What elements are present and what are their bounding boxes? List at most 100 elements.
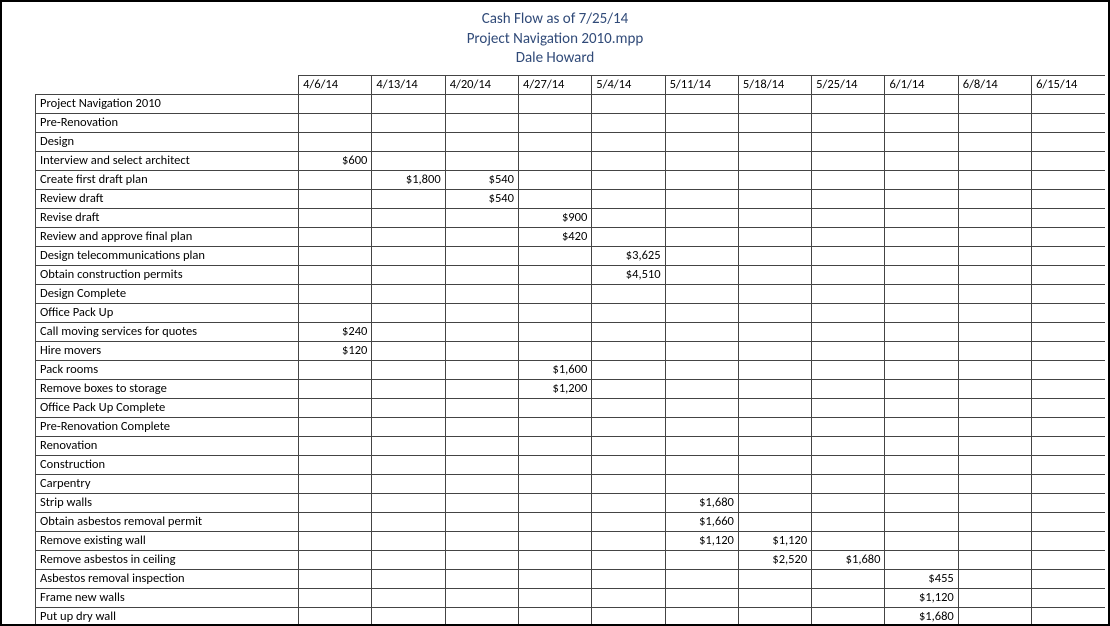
value-cell xyxy=(812,227,885,246)
table-row: Remove existing wall$1,120$1,120 xyxy=(36,531,1106,550)
value-cell xyxy=(518,607,591,626)
value-cell xyxy=(812,398,885,417)
column-header: 4/20/14 xyxy=(445,75,518,94)
table-row: Office Pack Up Complete xyxy=(36,398,1106,417)
value-cell xyxy=(1032,113,1105,132)
table-row: Interview and select architect$600 xyxy=(36,151,1106,170)
value-cell xyxy=(885,284,958,303)
task-label: Obtain asbestos removal permit xyxy=(36,512,299,531)
task-label: Put up dry wall xyxy=(36,607,299,626)
value-cell xyxy=(665,151,738,170)
value-cell xyxy=(518,588,591,607)
table-row: Remove boxes to storage$1,200 xyxy=(36,379,1106,398)
value-cell xyxy=(372,322,445,341)
page-frame: Cash Flow as of 7/25/14 Project Navigati… xyxy=(0,0,1110,626)
value-cell xyxy=(665,113,738,132)
value-cell xyxy=(885,151,958,170)
value-cell xyxy=(299,398,372,417)
task-label: Frame new walls xyxy=(36,588,299,607)
value-cell xyxy=(738,417,811,436)
table-row: Obtain asbestos removal permit$1,660 xyxy=(36,512,1106,531)
task-label: Remove existing wall xyxy=(36,531,299,550)
value-cell: $1,680 xyxy=(812,550,885,569)
value-cell xyxy=(445,569,518,588)
value-cell xyxy=(372,493,445,512)
value-cell xyxy=(958,246,1031,265)
value-cell xyxy=(958,531,1031,550)
value-cell xyxy=(885,550,958,569)
value-cell xyxy=(958,265,1031,284)
value-cell xyxy=(1032,132,1105,151)
value-cell xyxy=(372,569,445,588)
task-label: Asbestos removal inspection xyxy=(36,569,299,588)
table-row: Review draft$540 xyxy=(36,189,1106,208)
value-cell xyxy=(518,455,591,474)
value-cell xyxy=(592,474,665,493)
value-cell xyxy=(445,379,518,398)
value-cell xyxy=(885,379,958,398)
value-cell xyxy=(372,360,445,379)
value-cell xyxy=(299,246,372,265)
value-cell xyxy=(738,588,811,607)
value-cell xyxy=(592,341,665,360)
value-cell xyxy=(665,94,738,113)
task-label: Design telecommunications plan xyxy=(36,246,299,265)
value-cell xyxy=(885,189,958,208)
value-cell xyxy=(738,379,811,398)
value-cell xyxy=(592,493,665,512)
value-cell xyxy=(372,132,445,151)
value-cell xyxy=(518,113,591,132)
value-cell xyxy=(372,246,445,265)
value-cell xyxy=(885,227,958,246)
value-cell xyxy=(372,531,445,550)
table-row: Pre-Renovation Complete xyxy=(36,417,1106,436)
value-cell xyxy=(592,113,665,132)
value-cell xyxy=(372,265,445,284)
value-cell xyxy=(445,284,518,303)
value-cell xyxy=(445,398,518,417)
value-cell xyxy=(445,132,518,151)
column-header: 6/8/14 xyxy=(958,75,1031,94)
value-cell xyxy=(372,94,445,113)
value-cell xyxy=(592,417,665,436)
value-cell xyxy=(738,474,811,493)
task-label: Review and approve final plan xyxy=(36,227,299,246)
task-label: Strip walls xyxy=(36,493,299,512)
value-cell: $540 xyxy=(445,170,518,189)
value-cell xyxy=(665,132,738,151)
value-cell xyxy=(885,512,958,531)
column-header: 5/4/14 xyxy=(592,75,665,94)
value-cell xyxy=(592,588,665,607)
task-label: Call moving services for quotes xyxy=(36,322,299,341)
value-cell: $1,200 xyxy=(518,379,591,398)
value-cell xyxy=(885,132,958,151)
value-cell xyxy=(518,569,591,588)
value-cell xyxy=(299,170,372,189)
value-cell xyxy=(372,550,445,569)
value-cell xyxy=(299,417,372,436)
task-label: Office Pack Up xyxy=(36,303,299,322)
column-header: 5/18/14 xyxy=(738,75,811,94)
value-cell xyxy=(665,436,738,455)
value-cell xyxy=(958,474,1031,493)
value-cell xyxy=(518,322,591,341)
value-cell xyxy=(372,398,445,417)
table-row: Review and approve final plan$420 xyxy=(36,227,1106,246)
value-cell xyxy=(299,512,372,531)
value-cell xyxy=(812,208,885,227)
value-cell xyxy=(445,493,518,512)
value-cell xyxy=(738,455,811,474)
value-cell xyxy=(958,113,1031,132)
task-label: Construction xyxy=(36,455,299,474)
value-cell xyxy=(665,607,738,626)
value-cell xyxy=(812,569,885,588)
value-cell xyxy=(738,322,811,341)
task-label: Design xyxy=(36,132,299,151)
value-cell xyxy=(1032,284,1105,303)
column-header: 4/13/14 xyxy=(372,75,445,94)
task-label: Interview and select architect xyxy=(36,151,299,170)
value-cell xyxy=(592,531,665,550)
value-cell xyxy=(812,132,885,151)
value-cell xyxy=(445,607,518,626)
value-cell xyxy=(445,417,518,436)
